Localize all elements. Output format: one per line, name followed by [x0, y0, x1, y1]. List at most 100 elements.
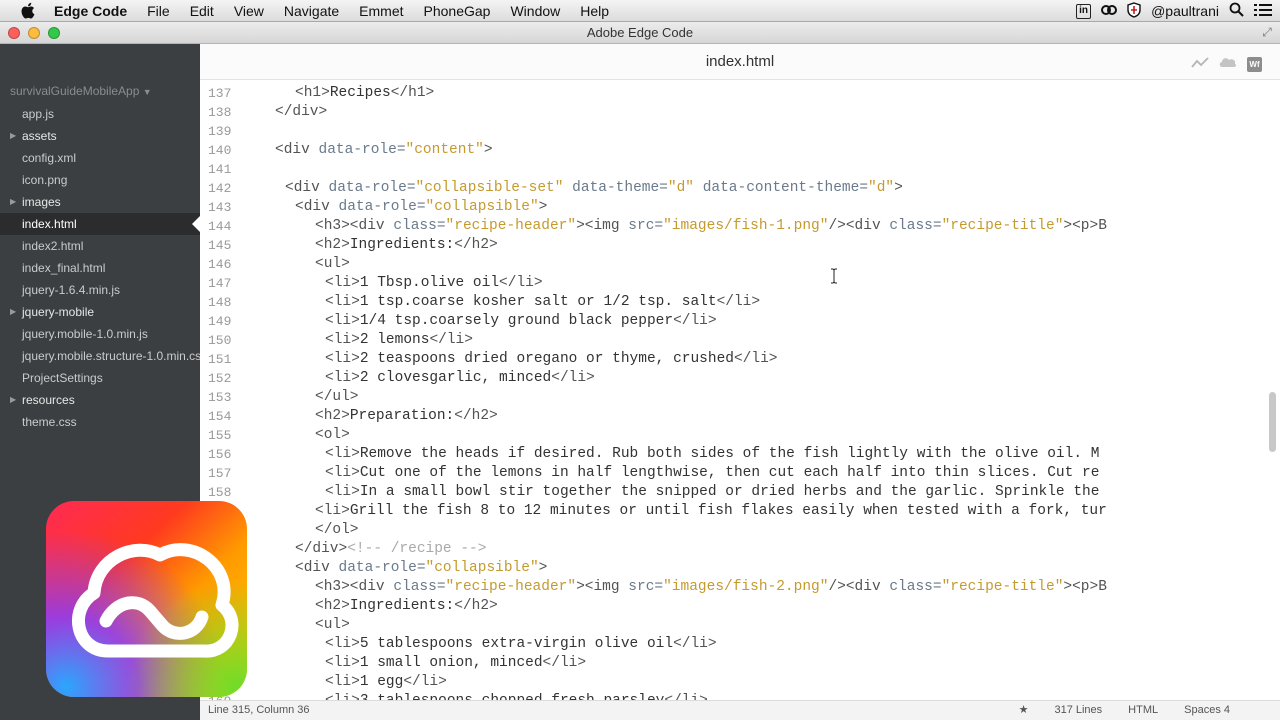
user-account-name[interactable]: @paultrani	[1151, 3, 1219, 19]
code-token: </div>	[275, 104, 328, 120]
language-mode[interactable]: HTML	[1128, 701, 1158, 720]
creative-cloud-logo	[46, 501, 247, 697]
code-token: >	[894, 180, 903, 196]
code-token: <!-- /recipe -->	[347, 541, 487, 557]
code-token: "recipe-title"	[941, 579, 1064, 595]
sidebar-folder[interactable]: ▶ assets	[0, 125, 200, 147]
menu-view[interactable]: View	[224, 0, 274, 22]
sidebar-file[interactable]: index.html	[0, 213, 200, 235]
sidebar-file[interactable]: jquery.mobile-1.0.min.js	[0, 323, 200, 345]
code-token: src=	[628, 579, 664, 595]
sidebar-file[interactable]: icon.png	[0, 169, 200, 191]
code-token: Preparation:	[349, 408, 455, 424]
sidebar-item-label: assets	[22, 129, 57, 143]
sidebar-file[interactable]: config.xml	[0, 147, 200, 169]
code-line: 155 <ol>	[200, 426, 1280, 445]
line-number: 145	[208, 238, 232, 253]
code-token: src=	[628, 218, 664, 234]
code-token: <li>	[325, 655, 360, 671]
menu-phonegap[interactable]: PhoneGap	[414, 0, 501, 22]
chevron-right-icon[interactable]: ▶	[10, 301, 16, 323]
code-token: <li>	[325, 446, 360, 462]
close-window-button[interactable]	[8, 27, 20, 39]
line-count: 317 Lines	[1054, 704, 1103, 716]
code-text: <ul>	[315, 616, 350, 635]
code-token: <li>	[325, 294, 360, 310]
code-token: <h3><div	[315, 218, 394, 234]
sidebar-item-label: index.html	[22, 217, 77, 231]
live-preview-icon[interactable]	[1191, 56, 1209, 74]
code-token: <li>	[325, 313, 360, 329]
sidebar-file[interactable]: app.js	[0, 103, 200, 125]
code-token: Ingredients:	[349, 237, 455, 253]
shield-icon[interactable]	[1127, 1, 1141, 21]
line-number: 154	[208, 409, 232, 424]
menu-navigate[interactable]: Navigate	[274, 0, 349, 22]
sidebar-file[interactable]: index2.html	[0, 235, 200, 257]
sidebar-item-label: theme.css	[22, 415, 77, 429]
menu-window[interactable]: Window	[500, 0, 570, 22]
project-dropdown[interactable]: survivalGuideMobileApp ▼	[10, 84, 152, 98]
sidebar-file[interactable]: index_final.html	[0, 257, 200, 279]
code-token: <li>	[325, 275, 360, 291]
code-line: 157 <li>Cut one of the lemons in half len…	[200, 464, 1280, 483]
code-area[interactable]: 137 <h1>Recipes</h1> 138 </div> 139 140 <div d…	[200, 80, 1280, 700]
web-fonts-icon[interactable]: Wf	[1247, 57, 1262, 72]
line-number: 146	[208, 257, 232, 272]
code-text: <h3><div class="recipe-header"><img src=…	[315, 217, 1107, 236]
editor-header: index.html Wf	[200, 44, 1280, 80]
code-text: <li>1 small onion, minced</li>	[325, 654, 586, 673]
sidebar-item-label: icon.png	[22, 173, 68, 187]
search-icon[interactable]	[1229, 2, 1244, 20]
code-text: <li>1 tsp.coarse kosher salt or 1/2 tsp.…	[325, 293, 760, 312]
sidebar-file[interactable]: jquery-1.6.4.min.js	[0, 279, 200, 301]
line-number: 142	[208, 181, 232, 196]
code-line: 138 </div>	[200, 103, 1280, 122]
indent-setting[interactable]: Spaces 4	[1184, 701, 1230, 720]
code-text: <div data-role="collapsible-set" data-th…	[285, 179, 903, 198]
sidebar-file[interactable]: ProjectSettings	[0, 367, 200, 389]
vertical-scrollbar[interactable]	[1269, 392, 1276, 452]
extension-icon[interactable]	[1219, 55, 1237, 74]
line-number: 155	[208, 428, 232, 443]
code-token: "d"	[667, 180, 694, 196]
code-token: </li>	[542, 655, 587, 671]
sidebar-folder[interactable]: ▶ images	[0, 191, 200, 213]
line-number: 151	[208, 352, 232, 367]
line-number: 137	[208, 86, 232, 101]
sidebar-folder[interactable]: ▶ resources	[0, 389, 200, 411]
chevron-right-icon[interactable]: ▶	[10, 389, 16, 411]
code-token: <li>	[325, 693, 360, 700]
code-token: <li>	[325, 636, 360, 652]
fullscreen-icon[interactable]: ⤢	[1260, 25, 1274, 39]
apple-icon[interactable]	[18, 2, 36, 20]
code-token: <li>	[325, 332, 360, 348]
notification-list-icon[interactable]	[1254, 3, 1272, 20]
menu-emmet[interactable]: Emmet	[349, 0, 413, 22]
code-text: <div data-role="collapsible">	[295, 198, 547, 217]
linkedin-icon[interactable]: in	[1076, 3, 1092, 19]
code-text: <li>Remove the heads if desired. Rub bot…	[325, 445, 1099, 464]
sidebar-item-label: app.js	[22, 107, 55, 121]
code-token: <div	[285, 180, 329, 196]
code-line: 154 <h2>Preparation:</h2>	[200, 407, 1280, 426]
code-token: 3 tablespoons chopped fresh parsley	[360, 693, 665, 700]
chevron-right-icon[interactable]: ▶	[10, 191, 16, 213]
code-token: Grill the fish 8 to 12 minutes or until …	[349, 503, 1107, 519]
code-text: <li>Cut one of the lemons in half length…	[325, 464, 1099, 483]
sidebar-folder[interactable]: ▶ jquery-mobile	[0, 301, 200, 323]
code-token: data-role=	[328, 180, 416, 196]
menu-edit[interactable]: Edit	[180, 0, 224, 22]
menu-file[interactable]: File	[137, 0, 180, 22]
code-token: </li>	[664, 693, 708, 700]
minimize-window-button[interactable]	[28, 27, 40, 39]
sidebar-file[interactable]: theme.css	[0, 411, 200, 433]
creative-cloud-tray-icon[interactable]	[1101, 3, 1118, 20]
star-icon[interactable]: ★	[1019, 701, 1029, 720]
menu-app-name[interactable]: Edge Code	[48, 0, 137, 22]
line-number: 158	[208, 485, 232, 500]
zoom-window-button[interactable]	[48, 27, 60, 39]
chevron-right-icon[interactable]: ▶	[10, 125, 16, 147]
menu-help[interactable]: Help	[570, 0, 619, 22]
sidebar-file[interactable]: jquery.mobile.structure-1.0.min.css	[0, 345, 200, 367]
